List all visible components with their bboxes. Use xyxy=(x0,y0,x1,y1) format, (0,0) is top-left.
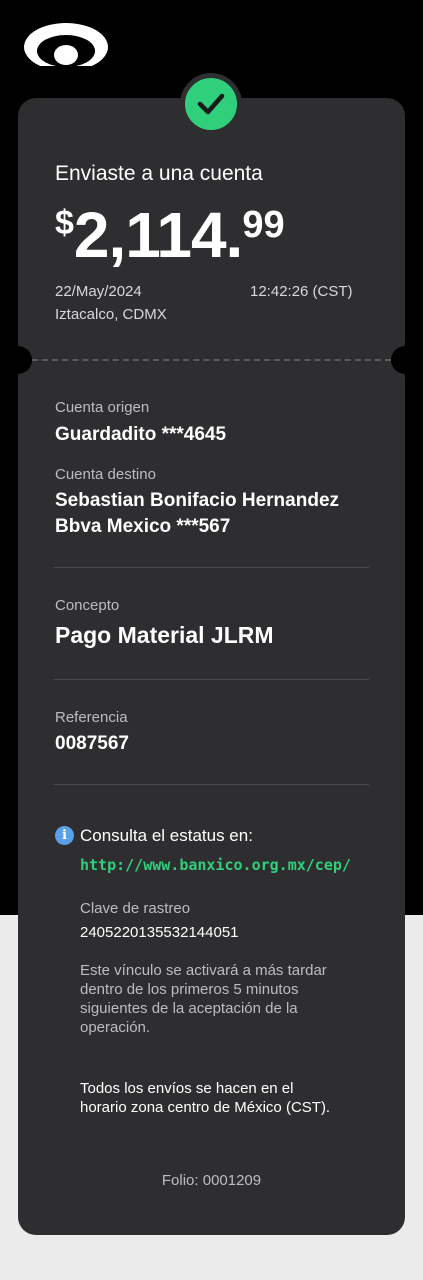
origin-account-value: Guardadito ***4645 xyxy=(55,424,227,445)
activation-note-line: Este vínculo se activará a más tardar xyxy=(80,962,327,979)
success-check-icon xyxy=(180,73,242,135)
transfer-title: Enviaste a una cuenta xyxy=(55,162,263,185)
reference-value: 0087567 xyxy=(55,733,129,754)
bank-logo-icon xyxy=(20,23,112,74)
destination-account-label: Cuenta destino xyxy=(55,466,156,483)
divider xyxy=(54,784,369,785)
divider xyxy=(54,567,369,568)
origin-account-label: Cuenta origen xyxy=(55,399,150,416)
divider xyxy=(54,679,369,680)
amount-currency: $ xyxy=(55,204,74,242)
schedule-note-line: horario zona centro de México (CST). xyxy=(80,1099,331,1116)
tracking-key-value: 2405220135532144051 xyxy=(80,924,239,941)
destination-account-name: Sebastian Bonifacio Hernandez xyxy=(55,490,340,511)
reference-label: Referencia xyxy=(55,709,128,726)
schedule-note-line: Todos los envíos se hacen en el xyxy=(80,1080,294,1097)
activation-note-line: siguientes de la aceptación de la xyxy=(80,1000,298,1017)
banxico-status-link[interactable]: http://www.banxico.org.mx/cep/ xyxy=(80,856,351,874)
amount-decimals: 99 xyxy=(242,204,285,246)
concept-value: Pago Material JLRM xyxy=(55,622,274,648)
ticket-perforation xyxy=(32,359,391,361)
amount-integer: 2,114. xyxy=(73,199,243,271)
activation-note-line: dentro de los primeros 5 minutos xyxy=(80,981,299,998)
ticket-notch-left xyxy=(4,346,32,374)
transfer-amount: $2,114.99 xyxy=(55,198,285,272)
transfer-date: 22/May/2024 xyxy=(55,283,142,300)
activation-note-line: operación. xyxy=(80,1019,151,1036)
status-heading: Consulta el estatus en: xyxy=(80,826,253,845)
destination-account-bank: Bbva Mexico ***567 xyxy=(55,516,231,537)
folio-number: Folio: 0001209 xyxy=(161,1172,262,1189)
transfer-location: Iztacalco, CDMX xyxy=(55,306,167,323)
tracking-key-label: Clave de rastreo xyxy=(80,900,191,917)
check-icon xyxy=(197,93,225,115)
ticket-notch-right xyxy=(391,346,419,374)
info-icon: i xyxy=(55,826,74,845)
transfer-time: 12:42:26 (CST) xyxy=(250,283,353,300)
schedule-note: Todos los envíos se hacen en el horario … xyxy=(80,1079,380,1117)
activation-note: Este vínculo se activará a más tardar de… xyxy=(80,961,380,1037)
concept-label: Concepto xyxy=(55,597,120,614)
